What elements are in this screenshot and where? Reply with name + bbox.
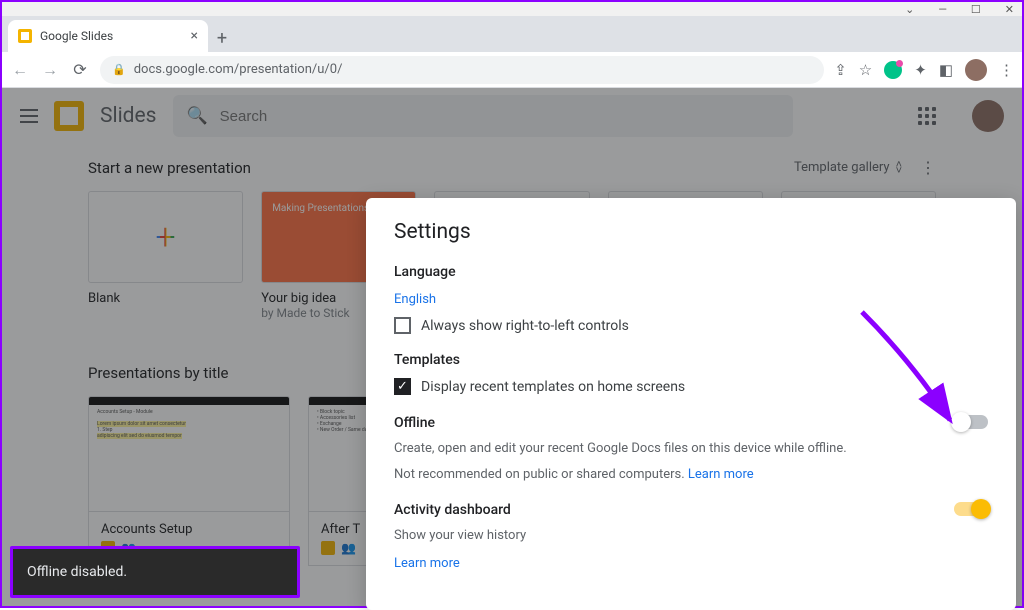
forward-icon: →	[40, 60, 60, 80]
extensions-puzzle-icon[interactable]: ✦	[914, 61, 927, 79]
slides-favicon-icon	[18, 29, 32, 43]
offline-learn-more-link[interactable]: Learn more	[688, 467, 754, 482]
settings-title: Settings	[394, 220, 988, 244]
back-icon[interactable]: ←	[10, 60, 30, 80]
toast-message: Offline disabled.	[27, 564, 127, 580]
share-icon[interactable]: ⇪	[834, 61, 847, 79]
templates-heading-setting: Templates	[394, 352, 988, 368]
tab-title: Google Slides	[40, 29, 113, 43]
activity-toggle[interactable]	[954, 502, 988, 516]
templates-checkbox[interactable]: ✓	[394, 378, 411, 395]
minimize-icon[interactable]: —	[938, 3, 947, 16]
address-bar: ← → ⟳ 🔒 docs.google.com/presentation/u/0…	[2, 52, 1022, 88]
tab-strip: Google Slides × +	[2, 16, 1022, 52]
offline-heading: Offline	[394, 415, 988, 431]
url-text: docs.google.com/presentation/u/0/	[134, 62, 343, 77]
profile-avatar-icon[interactable]	[965, 59, 987, 81]
toast-notification: Offline disabled.	[10, 546, 300, 598]
settings-dialog: Settings Language English Always show ri…	[366, 198, 1016, 610]
maximize-icon[interactable]: ☐	[971, 3, 981, 16]
language-link[interactable]: English	[394, 292, 436, 307]
offline-warning: Not recommended on public or shared comp…	[394, 465, 988, 485]
rtl-label: Always show right-to-left controls	[421, 318, 629, 334]
bookmark-icon[interactable]: ☆	[859, 61, 872, 79]
activity-description: Show your view history	[394, 526, 988, 546]
lock-icon: 🔒	[112, 63, 126, 76]
extension-icon[interactable]	[884, 61, 902, 79]
sidepanel-icon[interactable]: ◧	[939, 61, 953, 79]
close-tab-icon[interactable]: ×	[191, 28, 198, 44]
templates-label: Display recent templates on home screens	[421, 379, 685, 395]
reload-icon[interactable]: ⟳	[70, 60, 90, 79]
browser-tab[interactable]: Google Slides ×	[8, 20, 208, 52]
language-heading: Language	[394, 264, 988, 280]
rtl-checkbox[interactable]	[394, 317, 411, 334]
window-titlebar: ⌄ — ☐ ✕	[2, 2, 1022, 16]
menu-kebab-icon[interactable]: ⋮	[999, 61, 1014, 79]
chevron-down-icon[interactable]: ⌄	[905, 3, 914, 16]
omnibox[interactable]: 🔒 docs.google.com/presentation/u/0/	[100, 56, 824, 84]
offline-description: Create, open and edit your recent Google…	[394, 439, 988, 459]
new-tab-button[interactable]: +	[208, 24, 236, 52]
activity-heading: Activity dashboard	[394, 502, 988, 518]
close-window-icon[interactable]: ✕	[1005, 3, 1014, 16]
activity-learn-more-link[interactable]: Learn more	[394, 556, 460, 571]
offline-toggle[interactable]	[954, 415, 988, 429]
